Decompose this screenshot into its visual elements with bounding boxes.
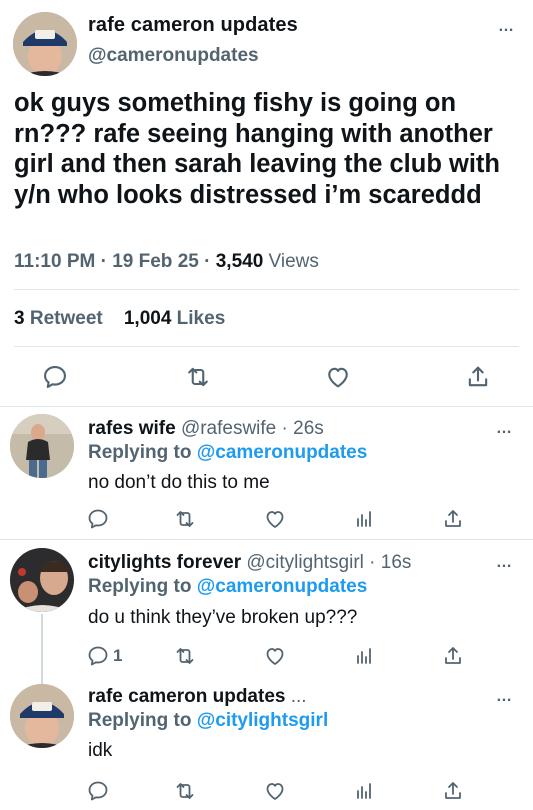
reply-tweet[interactable]: rafes wife @rafeswife · 26s … Replying t… — [0, 406, 533, 540]
views-label: Views — [268, 251, 319, 272]
reply-time: 26s — [293, 418, 324, 439]
reply-actions — [0, 776, 533, 806]
separator: · — [100, 251, 107, 272]
replying-to: Replying to @citylightsgirl — [88, 710, 329, 731]
main-actions — [0, 362, 533, 392]
like-icon[interactable] — [263, 641, 287, 671]
reply-actions: 1 — [0, 641, 533, 671]
avatar[interactable] — [10, 684, 74, 748]
separator: · — [204, 251, 211, 272]
reply-time: 16s — [380, 552, 412, 573]
separator: · — [363, 552, 381, 573]
share-icon[interactable] — [441, 776, 465, 806]
author-handle[interactable]: @citylightsgirl — [246, 552, 363, 573]
mention-link[interactable]: @cameronupdates — [197, 442, 368, 463]
share-icon[interactable] — [441, 504, 465, 534]
reply-author[interactable]: rafe cameron updates ... — [88, 686, 307, 708]
reply-count: 1 — [113, 646, 123, 665]
reply-icon[interactable] — [86, 776, 110, 806]
likes-stat[interactable]: 1,004 Likes — [124, 308, 225, 329]
author-name[interactable]: rafes wife — [88, 418, 176, 439]
avatar-photo — [10, 548, 74, 612]
like-icon[interactable] — [263, 776, 287, 806]
author-name[interactable]: citylights forever — [88, 552, 241, 573]
views-count: 3,540 — [215, 251, 264, 272]
avatar[interactable] — [10, 548, 74, 612]
avatar-photo — [10, 684, 74, 748]
reply-author[interactable]: rafes wife @rafeswife · 26s — [88, 418, 324, 440]
share-icon[interactable] — [441, 641, 465, 671]
views-icon[interactable] — [352, 641, 376, 671]
reply-icon[interactable]: 1 — [86, 641, 122, 671]
reply-author[interactable]: citylights forever @citylightsgirl · 16s — [88, 552, 411, 574]
tweet-text: ok guys something fishy is going on rn??… — [14, 89, 500, 209]
author-name[interactable]: rafe cameron updates — [88, 14, 298, 37]
more-icon[interactable]: … — [496, 554, 513, 572]
retweet-icon[interactable] — [184, 362, 212, 392]
mention-link[interactable]: @cameronupdates — [197, 576, 368, 597]
author-handle[interactable]: @cameronupdates — [88, 45, 259, 67]
retweet-icon[interactable] — [173, 641, 197, 671]
author-handle[interactable]: ... — [291, 686, 307, 707]
like-icon[interactable] — [263, 504, 287, 534]
avatar-photo — [10, 414, 74, 478]
reply-actions — [0, 504, 533, 534]
views-icon[interactable] — [352, 776, 376, 806]
reply-icon[interactable] — [41, 362, 69, 392]
author-handle[interactable]: @rafeswife — [181, 418, 276, 439]
more-icon[interactable]: … — [496, 420, 513, 438]
avatar[interactable] — [13, 12, 77, 76]
tweet-date[interactable]: 19 Feb 25 — [112, 251, 199, 272]
reply-text: idk — [88, 740, 113, 761]
share-icon[interactable] — [464, 362, 492, 392]
author-name[interactable]: rafe cameron updates — [88, 686, 285, 707]
reply-tweet[interactable]: citylights forever @citylightsgirl · 16s… — [0, 540, 533, 694]
separator: · — [276, 418, 294, 439]
like-icon[interactable] — [324, 362, 352, 392]
divider — [14, 289, 519, 290]
retweet-icon[interactable] — [173, 504, 197, 534]
retweets-stat[interactable]: 3 Retweet — [14, 308, 103, 329]
views-icon[interactable] — [352, 504, 376, 534]
mention-link[interactable]: @citylightsgirl — [197, 710, 329, 731]
avatar[interactable] — [10, 414, 74, 478]
reply-tweet[interactable]: rafe cameron updates ... … Replying to @… — [0, 676, 533, 810]
avatar-photo — [13, 12, 77, 76]
replying-to: Replying to @cameronupdates — [88, 442, 368, 463]
reply-icon[interactable] — [86, 504, 110, 534]
tweet-meta: 11:10 PM · 19 Feb 25 · 3,540 Views — [14, 251, 319, 273]
tweet-stats: 3 Retweet 1,004 Likes — [14, 308, 225, 330]
reply-text: do u think they’ve broken up??? — [88, 607, 358, 628]
divider — [14, 346, 519, 347]
tweet-time[interactable]: 11:10 PM — [14, 251, 95, 272]
more-icon[interactable]: … — [498, 18, 515, 36]
replying-to: Replying to @cameronupdates — [88, 576, 368, 597]
reply-text: no don’t do this to me — [88, 472, 270, 493]
more-icon[interactable]: … — [496, 688, 513, 706]
retweet-icon[interactable] — [173, 776, 197, 806]
